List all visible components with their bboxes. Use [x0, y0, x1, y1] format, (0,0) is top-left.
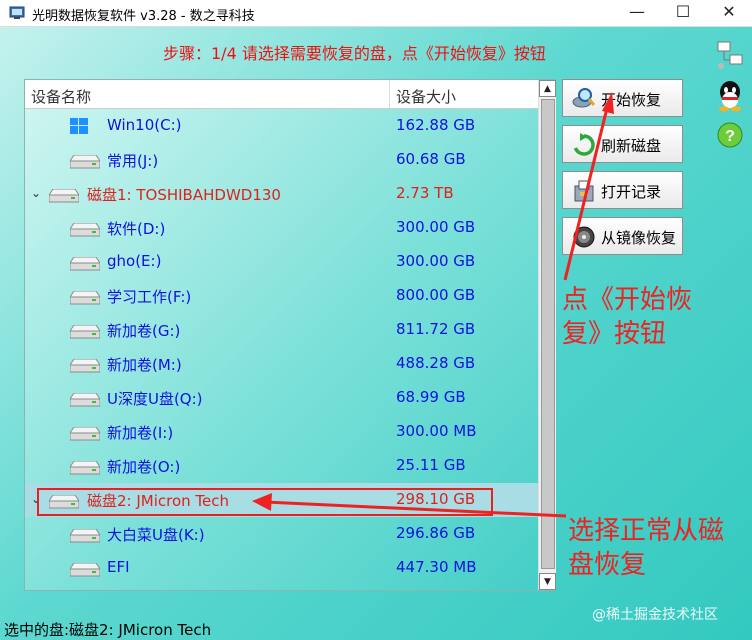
column-divider[interactable] — [389, 80, 390, 108]
restore-from-image-label: 从镜像恢复 — [601, 229, 677, 247]
minimize-button[interactable]: — — [614, 0, 660, 26]
status-text: 选中的盘:磁盘2: JMicron Tech — [4, 621, 212, 639]
device-size: 300.00 GB — [396, 218, 476, 236]
device-name: 新加卷(M:) — [107, 356, 182, 374]
partition-row[interactable]: 大白菜U盘(K:) 296.86 GB — [25, 517, 538, 551]
restore-from-image-button[interactable]: 从镜像恢复 — [562, 217, 683, 255]
device-name: Win10(C:) — [107, 116, 182, 134]
device-size: 162.88 GB — [396, 116, 476, 134]
title-bar: 光明数据恢复软件 v3.28 - 数之寻科技 — ☐ ✕ — [0, 0, 752, 27]
device-size: 68.99 GB — [396, 388, 466, 406]
open-record-label: 打开记录 — [601, 183, 662, 201]
drive-icon — [69, 392, 101, 411]
partition-row[interactable]: gho(E:) 300.00 GB — [25, 245, 538, 279]
search-disk-icon — [572, 88, 596, 108]
device-size: 25.11 GB — [396, 456, 466, 474]
device-name: 大白菜U盘(K:) — [107, 526, 205, 544]
scroll-up-arrow-icon[interactable]: ▲ — [539, 80, 556, 97]
device-name: 新加卷(G:) — [107, 322, 181, 340]
refresh-disk-button[interactable]: 刷新磁盘 — [562, 125, 683, 163]
device-size: 811.72 GB — [396, 320, 476, 338]
device-name: gho(E:) — [107, 252, 162, 270]
drive-icon — [69, 562, 101, 581]
device-name: 新加卷(I:) — [107, 424, 174, 442]
device-name: 常用(J:) — [107, 152, 159, 170]
drive-icon — [69, 256, 101, 275]
device-name: 学习工作(F:) — [107, 288, 192, 306]
app-icon — [9, 6, 25, 19]
maximize-button[interactable]: ☐ — [660, 0, 706, 26]
drive-icon — [69, 154, 101, 173]
drive-icon — [69, 528, 101, 547]
partition-row[interactable]: Win10(C:) 162.88 GB — [25, 109, 538, 143]
device-size: 447.30 MB — [396, 558, 477, 576]
scroll-thumb[interactable] — [541, 99, 555, 569]
disk-row[interactable]: ⌄ 磁盘1: TOSHIBAHDWD130 2.73 TB — [25, 177, 538, 211]
device-size: 488.28 GB — [396, 354, 476, 372]
drive-icon — [69, 222, 101, 241]
drive-icon — [69, 358, 101, 377]
device-size: 296.86 GB — [396, 524, 476, 542]
qq-icon[interactable] — [716, 80, 744, 112]
drive-icon — [48, 188, 80, 207]
partition-row[interactable]: 新加卷(I:) 300.00 MB — [25, 415, 538, 449]
partition-row[interactable]: 新加卷(M:) 488.28 GB — [25, 347, 538, 381]
device-name: EFI — [107, 558, 130, 576]
selected-disk-highlight — [37, 488, 493, 516]
refresh-icon — [573, 133, 595, 156]
partition-row[interactable]: 学习工作(F:) 800.00 GB — [25, 279, 538, 313]
disk-image-icon — [573, 226, 595, 248]
partition-row[interactable]: U深度U盘(Q:) 68.99 GB — [25, 381, 538, 415]
device-size: 300.00 GB — [396, 252, 476, 270]
partition-row[interactable]: EFI 447.30 MB — [25, 551, 538, 585]
network-icon[interactable] — [716, 40, 744, 70]
device-name: 软件(D:) — [107, 220, 166, 238]
windows-icon — [70, 118, 88, 138]
vertical-scrollbar[interactable]: ▲ ▼ — [538, 80, 556, 590]
partition-row[interactable]: 新加卷(O:) 25.11 GB — [25, 449, 538, 483]
watermark: @稀土掘金技术社区 — [592, 607, 718, 623]
scroll-down-arrow-icon[interactable]: ▼ — [539, 573, 556, 590]
partition-row[interactable]: 新加卷(G:) 811.72 GB — [25, 313, 538, 347]
drive-icon — [69, 290, 101, 309]
device-size: 300.00 MB — [396, 422, 477, 440]
device-size: 60.68 GB — [396, 150, 466, 168]
start-recovery-button[interactable]: 开始恢复 — [562, 79, 683, 117]
step-instruction: 步骤：1/4 请选择需要恢复的盘，点《开始恢复》按钮 — [163, 44, 546, 63]
open-record-icon — [574, 180, 594, 202]
expand-chevron-icon[interactable]: ⌄ — [31, 186, 41, 200]
help-icon[interactable]: ? — [716, 121, 744, 149]
device-name: 磁盘1: TOSHIBAHDWD130 — [87, 186, 281, 204]
device-name: 新加卷(O:) — [107, 458, 181, 476]
open-record-button[interactable]: 打开记录 — [562, 171, 683, 209]
window-title: 光明数据恢复软件 v3.28 - 数之寻科技 — [32, 9, 255, 24]
drive-icon — [69, 426, 101, 445]
annotation-choose-disk: 选择正常从磁盘恢复 — [568, 516, 725, 580]
list-header: 设备名称 设备大小 — [25, 80, 538, 109]
drive-icon — [69, 324, 101, 343]
device-name: U深度U盘(Q:) — [107, 390, 203, 408]
start-recovery-label: 开始恢复 — [601, 91, 662, 109]
column-header-name[interactable]: 设备名称 — [31, 86, 91, 107]
svg-text:?: ? — [725, 128, 735, 145]
annotation-click-start: 点《开始恢复》按钮 — [562, 285, 693, 349]
device-size: 2.73 TB — [396, 184, 454, 202]
drive-icon — [69, 460, 101, 479]
close-button[interactable]: ✕ — [706, 0, 752, 26]
partition-row[interactable]: 常用(J:) 60.68 GB — [25, 143, 538, 177]
column-header-size[interactable]: 设备大小 — [396, 86, 456, 107]
device-size: 800.00 GB — [396, 286, 476, 304]
refresh-disk-label: 刷新磁盘 — [601, 137, 662, 155]
partition-row[interactable]: 软件(D:) 300.00 GB — [25, 211, 538, 245]
